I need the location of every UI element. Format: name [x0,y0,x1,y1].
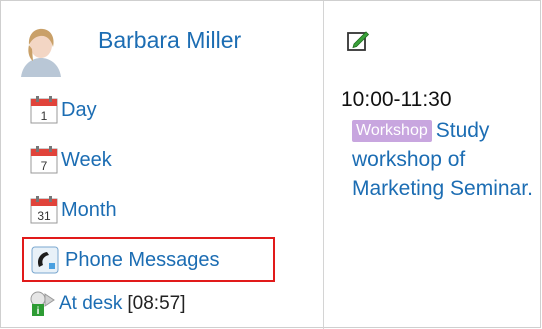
calendar-link-day[interactable]: 1 Day [29,95,97,125]
calendar-link-label: Day [61,98,97,121]
presence-time: [08:57] [127,293,186,314]
calendar-icon: 31 [30,196,58,224]
svg-text:31: 31 [37,209,51,223]
edit-icon[interactable] [346,29,370,53]
presence-icon: i [30,291,55,317]
presence-label: At desk [59,293,123,314]
portlet-frame: Barbara Miller 1 Day 7 Week 31 Month Pho… [0,0,541,329]
user-avatar[interactable] [15,23,67,77]
calendar-link-label: Week [61,148,112,171]
svg-text:i: i [37,306,40,317]
svg-text:1: 1 [41,109,48,123]
calendar-link-month[interactable]: 31 Month [29,195,117,225]
presence-status[interactable]: i At desk [08:57] [27,290,185,318]
event-link[interactable]: Workshop Study workshop of Marketing Semi… [352,116,542,203]
calendar-icon: 7 [30,146,58,174]
calendar-link-label: Month [61,198,117,221]
phone-messages-link[interactable]: Phone Messages [31,246,220,274]
event-time: 10:00-11:30 [341,88,452,111]
calendar-link-week[interactable]: 7 Week [29,145,112,175]
phone-messages-label: Phone Messages [65,248,220,271]
user-name-link[interactable]: Barbara Miller [98,27,241,54]
user-panel: Barbara Miller 1 Day 7 Week 31 Month Pho… [1,1,323,329]
event-tag-badge: Workshop [352,120,432,142]
phone-icon [31,246,59,274]
schedule-panel: 10:00-11:30 Workshop Study workshop of Ma… [324,1,540,329]
calendar-icon: 1 [30,96,58,124]
svg-text:7: 7 [41,159,48,173]
